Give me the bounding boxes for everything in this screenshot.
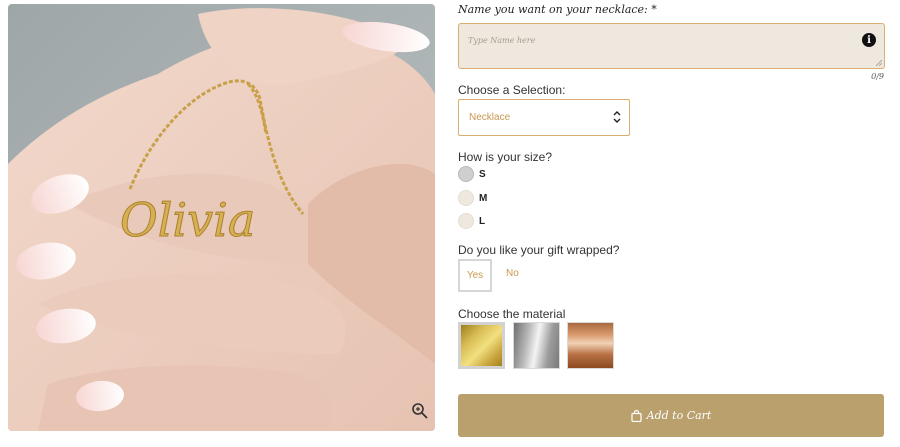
pendant-text: Olivia xyxy=(120,193,255,247)
required-mark: * xyxy=(651,3,657,16)
material-label: Choose the material xyxy=(458,307,566,321)
add-to-cart-button[interactable]: Add to Cart xyxy=(458,394,884,437)
name-input[interactable]: Type Name here i xyxy=(458,23,885,69)
add-to-cart-label: Add to Cart xyxy=(646,409,712,422)
info-icon[interactable]: i xyxy=(862,33,876,47)
size-option-label: S xyxy=(479,168,486,180)
radio-s[interactable] xyxy=(458,166,474,182)
size-option-label: L xyxy=(479,215,486,227)
name-field-label: Name you want on your necklace: * xyxy=(458,3,657,16)
size-label: How is your size? xyxy=(458,150,553,164)
shopping-bag-icon xyxy=(631,409,642,422)
gift-wrap-yes-button[interactable]: Yes xyxy=(458,259,492,292)
product-image[interactable]: Olivia xyxy=(8,4,435,431)
material-swatch-gold[interactable] xyxy=(458,322,505,369)
gift-wrap-no-button[interactable]: No xyxy=(506,268,519,279)
resize-grip-icon[interactable] xyxy=(876,60,882,66)
material-swatch-silver[interactable] xyxy=(513,322,560,369)
radio-m[interactable] xyxy=(458,190,474,206)
gift-wrap-label: Do you like your gift wrapped? xyxy=(458,243,620,257)
selection-value: Necklace xyxy=(469,112,511,123)
selection-dropdown[interactable]: Necklace xyxy=(458,99,630,136)
zoom-icon[interactable] xyxy=(409,400,431,422)
size-option-l[interactable]: L xyxy=(458,212,485,230)
radio-l[interactable] xyxy=(458,213,474,229)
select-arrows-icon xyxy=(613,111,621,123)
name-input-placeholder: Type Name here xyxy=(468,36,536,45)
selection-label: Choose a Selection: xyxy=(458,83,566,97)
size-option-label: M xyxy=(479,192,488,204)
character-counter: 0/9 xyxy=(871,72,884,81)
size-option-s[interactable]: S xyxy=(458,165,486,183)
material-swatch-rose-gold[interactable] xyxy=(567,322,614,369)
size-option-m[interactable]: M xyxy=(458,189,487,207)
